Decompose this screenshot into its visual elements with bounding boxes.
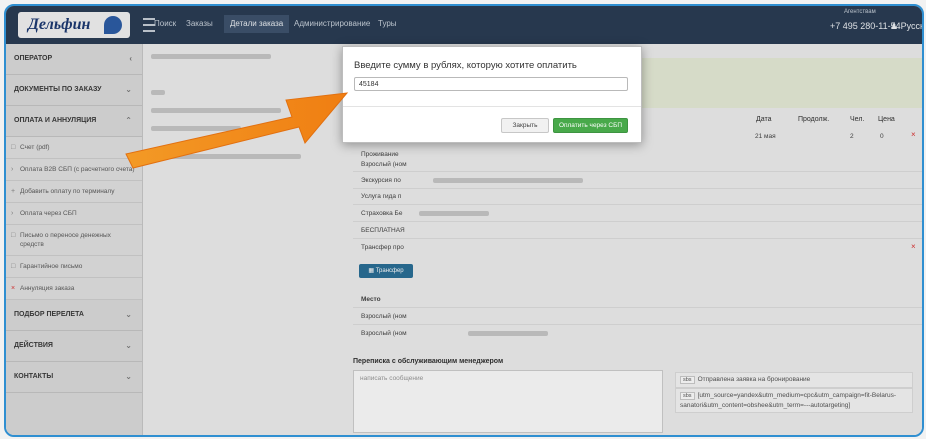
- pay-sbp-button[interactable]: Оплатить через СБП: [553, 118, 628, 133]
- browser-frame: Дельфин Поиск Заказы Детали заказа Админ…: [4, 4, 924, 437]
- modal-divider: [343, 106, 641, 107]
- close-button[interactable]: Закрыть: [501, 118, 549, 133]
- modal-title: Введите сумму в рублях, которую хотите о…: [354, 60, 577, 71]
- payment-amount-modal: Введите сумму в рублях, которую хотите о…: [342, 46, 642, 143]
- amount-input[interactable]: [354, 77, 628, 91]
